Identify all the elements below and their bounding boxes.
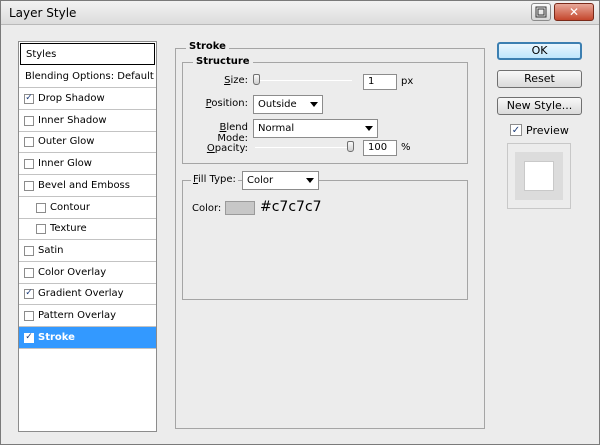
ok-button[interactable]: OK [497,42,582,60]
style-item-label: Drop Shadow [38,93,105,104]
title-bar: Layer Style ✕ [1,1,599,25]
preview-checkbox[interactable]: ✓ [510,124,522,136]
blending-options-item[interactable]: Blending Options: Default [19,66,156,88]
size-slider-track[interactable] [255,80,352,81]
size-input[interactable]: 1 [363,74,397,90]
blend-mode-label: Blend Mode: [217,122,248,144]
style-item-checkbox[interactable] [24,267,34,278]
style-item-color-overlay[interactable]: Color Overlay [19,262,156,284]
size-unit: px [401,76,414,87]
new-style-button[interactable]: New Style... [497,97,582,115]
style-item-checkbox[interactable] [36,223,46,234]
style-item-label: Gradient Overlay [38,288,124,299]
style-item-inner-shadow[interactable]: Inner Shadow [19,110,156,132]
style-item-label: Bevel and Emboss [38,180,130,191]
opacity-slider-thumb[interactable] [347,141,354,152]
structure-group-title: Structure [193,56,253,67]
fill-type-select-value: Color [247,175,274,186]
style-item-outer-glow[interactable]: Outer Glow [19,131,156,153]
chevron-down-icon [306,178,314,183]
style-item-checkbox[interactable] [24,115,34,126]
style-item-label: Color Overlay [38,267,107,278]
style-item-checkbox[interactable]: ✓ [24,288,34,299]
style-item-texture[interactable]: Texture [19,218,156,240]
fill-type-select[interactable]: Color [242,171,319,190]
style-item-contour[interactable]: Contour [19,197,156,219]
styles-list: Styles Blending Options: Default ✓ Drop S… [18,41,157,432]
opacity-unit: % [401,142,411,153]
styles-header[interactable]: Styles [20,43,155,65]
style-preview-shadow [515,152,563,200]
style-item-label: Satin [38,245,64,256]
style-item-checkbox[interactable] [24,158,34,169]
opacity-label: Opacity: [206,143,248,154]
style-item-inner-glow[interactable]: Inner Glow [19,153,156,175]
style-item-checkbox[interactable] [24,180,34,191]
style-item-checkbox[interactable]: ✓ [24,93,34,104]
style-item-pattern-overlay[interactable]: Pattern Overlay [19,305,156,327]
color-hex-text: #c7c7c7 [260,199,322,215]
position-select[interactable]: Outside [253,95,323,114]
style-item-bevel-and-emboss[interactable]: Bevel and Emboss [19,175,156,197]
size-slider-thumb[interactable] [253,74,260,85]
blend-mode-select-value: Normal [258,123,295,134]
stroke-group-title: Stroke [186,41,229,52]
style-item-satin[interactable]: Satin [19,240,156,262]
help-icon [535,6,547,18]
blending-options-label: Blending Options: Default [25,71,154,82]
fill-type-label: Fill Type: [191,174,238,185]
fill-group [182,180,468,300]
layer-style-dialog: Layer Style ✕ Styles Blending Options: D… [0,0,600,445]
style-item-label: Stroke [38,332,75,343]
style-item-label: Inner Shadow [38,115,107,126]
opacity-slider-track[interactable] [255,147,352,148]
style-item-checkbox[interactable] [24,245,34,256]
style-item-label: Texture [50,223,87,234]
position-select-value: Outside [258,99,297,110]
position-label: Position: [205,98,248,109]
style-item-gradient-overlay[interactable]: ✓ Gradient Overlay [19,283,156,305]
window-title: Layer Style [9,6,77,20]
style-item-label: Inner Glow [38,158,92,169]
close-button[interactable]: ✕ [554,3,594,21]
style-preview-swatch [524,161,554,191]
style-item-label: Pattern Overlay [38,310,117,321]
style-item-checkbox[interactable] [24,136,34,147]
color-label: Color: [192,203,222,214]
blend-mode-select[interactable]: Normal [253,119,378,138]
style-preview-thumbnail [507,143,571,209]
opacity-input[interactable]: 100 [363,140,397,156]
chevron-down-icon [365,126,373,131]
style-item-drop-shadow[interactable]: ✓ Drop Shadow [19,88,156,110]
close-icon: ✕ [568,5,580,19]
style-item-label: Contour [50,202,90,213]
size-label-rest: ize: [230,75,248,86]
style-item-checkbox[interactable]: ✓ [24,332,34,343]
style-item-checkbox[interactable] [24,310,34,321]
help-button[interactable] [531,3,551,21]
style-item-label: Outer Glow [38,136,95,147]
color-swatch[interactable] [225,201,255,215]
chevron-down-icon [310,102,318,107]
preview-label: Preview [526,124,569,137]
style-item-stroke[interactable]: ✓ Stroke [19,327,156,349]
style-item-checkbox[interactable] [36,202,46,213]
size-label: Size: [224,75,248,86]
reset-button[interactable]: Reset [497,70,582,88]
styles-header-label: Styles [26,48,57,60]
